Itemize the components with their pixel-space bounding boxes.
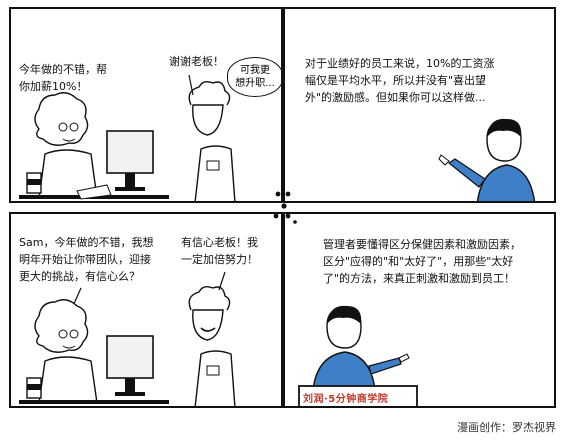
panel-divider-dots-icon [273,191,297,224]
panel-4: 管理者要懂得区分保健因素和激励因素， 区分"应得的"和"太好了"，用那些"太好 … [283,212,556,408]
comic-strip: 今年做的不错，帮 你加薪10%！ 谢谢老板！ 可我更 想升职... 对于业绩好的… [0,0,566,441]
narrator-figure [312,305,410,391]
computer-monitor-icon [106,335,154,396]
narrator-figure [438,118,536,201]
panel-1: 今年做的不错，帮 你加薪10%！ 谢谢老板！ 可我更 想升职... [9,7,283,203]
coffee-cup-icon [26,377,42,399]
panel-1-art [19,74,236,201]
employee-figure [188,285,236,406]
panel-3: Sam，今年做的不错，我想 明年开始让你带团队，迎接 更大的挑战，有信心么？ 有… [9,212,283,408]
panel-4-art [298,305,418,406]
manager-figure [34,299,98,404]
coffee-cup-icon [26,172,42,194]
panel-3-art [19,271,236,406]
desk-sign-text: 刘润·5分钟商学院 [303,394,389,405]
panel-2-art [438,118,536,201]
manager-figure [34,92,98,199]
employee-figure [188,80,236,201]
credit-line: 漫画创作：罗杰视界 [457,421,556,434]
computer-monitor-icon [106,130,154,191]
desk [19,400,169,404]
panel-2: 对于业绩好的员工来说，10%的工资涨 幅仅是平均水平，所以并没有"喜出望 外"的… [283,7,556,203]
